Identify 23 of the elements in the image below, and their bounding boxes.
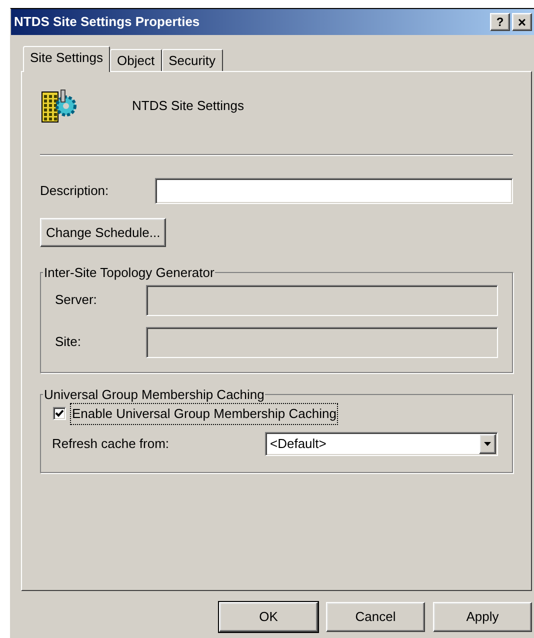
tab[interactable]: Object (110, 49, 162, 71)
tab[interactable]: Site Settings (23, 46, 110, 72)
description-field[interactable] (155, 178, 513, 204)
close-button[interactable]: × (512, 13, 532, 31)
field-label: Server: (55, 291, 98, 310)
dialog-button[interactable]: OK (219, 602, 318, 632)
site-name: NTDS Site Settings (132, 97, 244, 116)
refresh-dropdown[interactable]: <Default> (265, 432, 498, 456)
tab[interactable]: Security (162, 49, 223, 71)
change-schedule-button[interactable]: Change Schedule... (40, 218, 166, 247)
checkmark-icon (55, 409, 64, 418)
dropdown-arrow-icon (484, 442, 491, 446)
group-title: Inter-Site Topology Generator (43, 264, 216, 282)
dialog-button[interactable]: Cancel (326, 602, 425, 632)
refresh-label: Refresh cache from: (52, 434, 170, 453)
dialog-button[interactable]: Apply (433, 602, 532, 632)
window-title: NTDS Site Settings Properties (14, 13, 201, 32)
group-title: Universal Group Membership Caching (43, 386, 266, 404)
help-button[interactable]: ? (490, 13, 510, 31)
description-label: Description: (40, 182, 110, 200)
checkbox[interactable] (53, 407, 66, 420)
checkbox-label[interactable]: Enable Universal Group Membership Caching (71, 404, 338, 424)
field-label: Site: (55, 333, 82, 352)
